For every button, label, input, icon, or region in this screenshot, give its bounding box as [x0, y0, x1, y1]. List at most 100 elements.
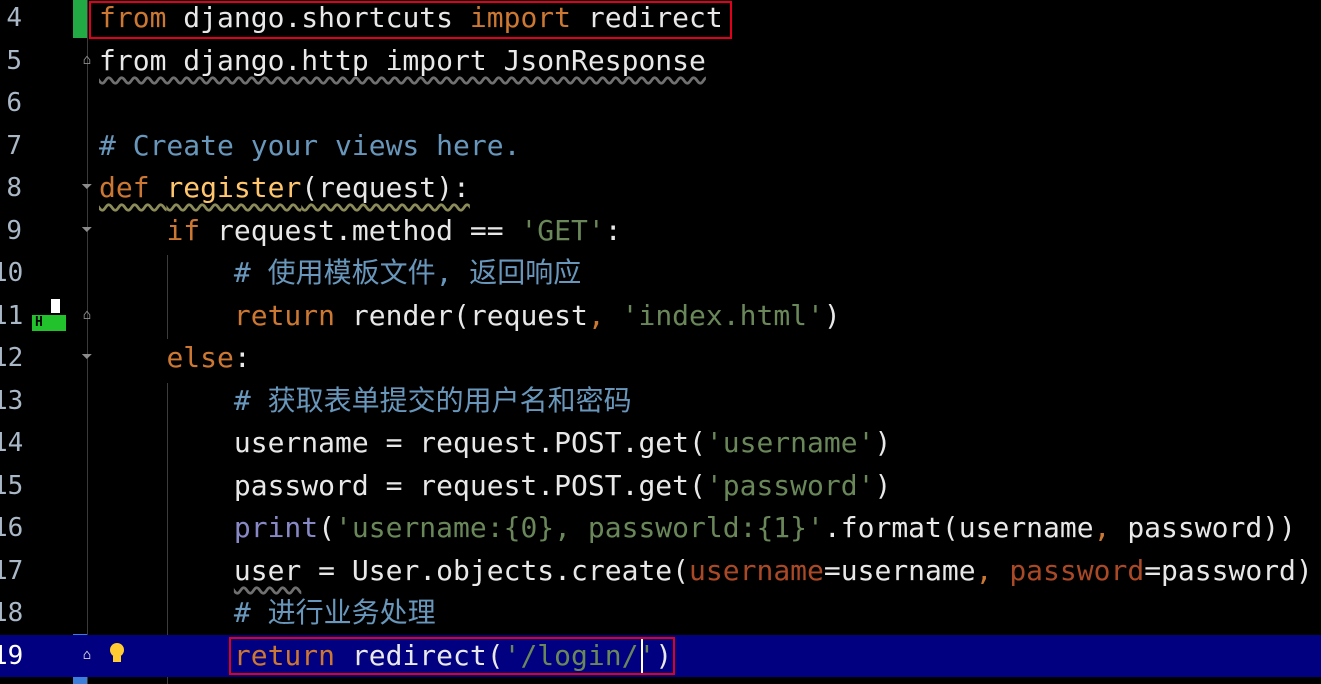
code-token: username	[689, 554, 824, 587]
code-line[interactable]: 9 if request.method == 'GET':	[0, 210, 1321, 252]
code-token: :	[233, 341, 251, 374]
lightbulb-icon[interactable]	[108, 643, 126, 667]
code-text[interactable]: username = request.POST.get('username')	[99, 422, 891, 464]
code-line[interactable]: 10 # 使用模板文件, 返回响应	[0, 252, 1321, 294]
fold-marker-icon[interactable]: ⏷	[78, 178, 96, 196]
line-number[interactable]: 15	[0, 465, 23, 507]
code-token: 'username'	[705, 426, 875, 459]
code-line[interactable]: 14 username = request.POST.get('username…	[0, 422, 1321, 464]
code-text[interactable]: if request.method == 'GET':	[99, 210, 621, 252]
code-token: 'username:{0}, passworld:{1}'	[335, 511, 824, 544]
fold-marker-icon[interactable]: ⏷	[78, 348, 96, 366]
code-line[interactable]: 17 user = User.objects.create(username=u…	[0, 550, 1321, 592]
history-badge: H	[32, 315, 66, 331]
line-number[interactable]: 4	[0, 0, 22, 39]
code-token: ,	[587, 299, 622, 332]
code-token: ,	[1093, 511, 1128, 544]
line-number[interactable]: 18	[0, 592, 23, 634]
fold-marker-icon[interactable]: ⌂	[78, 306, 96, 324]
code-token: 'password'	[705, 469, 875, 502]
code-token: return	[233, 299, 336, 332]
code-token: def	[99, 171, 167, 204]
code-token: render(request	[335, 299, 588, 332]
line-number[interactable]: 12	[0, 337, 23, 379]
code-token: else	[166, 341, 234, 374]
code-line[interactable]: 5 from django.http import JsonResponse	[0, 40, 1321, 82]
code-token: # 进行业务处理	[233, 596, 436, 629]
code-token: # 使用模板文件, 返回响应	[233, 256, 582, 289]
fold-marker-icon[interactable]: ⏷	[78, 221, 96, 239]
code-token: ,	[975, 554, 1010, 587]
line-number[interactable]: 14	[0, 422, 23, 464]
fold-marker-icon[interactable]: ⌂	[78, 646, 96, 664]
code-text[interactable]: # Create your views here.	[99, 125, 520, 167]
code-text[interactable]: return render(request, 'index.html')	[99, 295, 841, 337]
code-token: register	[166, 171, 302, 204]
line-number[interactable]: 17	[0, 550, 23, 592]
code-token: .format(username	[823, 511, 1094, 544]
code-token: from django.http import JsonResponse	[99, 44, 706, 77]
code-text[interactable]: from django.http import JsonResponse	[99, 40, 706, 82]
line-number[interactable]: 19	[0, 635, 23, 677]
code-line[interactable]: 6	[0, 82, 1321, 124]
code-token: =username	[823, 554, 976, 587]
code-token: 'GET'	[520, 214, 605, 247]
code-token: password	[1009, 554, 1145, 587]
code-editor[interactable]: 4 from django.shortcuts import redirect 5 f…	[0, 0, 1321, 684]
code-token: (request):	[301, 171, 470, 204]
code-token: # Create your views here.	[99, 129, 521, 162]
code-token: 'index.html'	[621, 299, 824, 332]
code-token: username = request.POST.get(	[99, 426, 706, 459]
document-icon	[40, 299, 60, 313]
code-token: )	[874, 426, 892, 459]
code-token: = User.objects.create(	[301, 554, 690, 587]
code-text[interactable]: def register(request):	[99, 167, 470, 209]
code-token: # 获取表单提交的用户名和密码	[233, 384, 632, 417]
code-token: =password)	[1144, 554, 1313, 587]
code-line[interactable]: 7 # Create your views here.	[0, 125, 1321, 167]
code-token: user	[233, 554, 302, 587]
line-number[interactable]: 16	[0, 507, 23, 549]
code-token: password = request.POST.get(	[99, 469, 706, 502]
code-line[interactable]: 12 else:	[0, 337, 1321, 379]
line-number[interactable]: 5	[0, 40, 22, 82]
code-line[interactable]: 8 def register(request):	[0, 167, 1321, 209]
highlight-box-return-line	[229, 637, 675, 675]
code-text[interactable]: # 获取表单提交的用户名和密码	[99, 380, 632, 422]
vcs-history-marker-icon[interactable]: H	[32, 299, 66, 331]
code-token: (	[318, 511, 336, 544]
code-token: print	[233, 511, 319, 544]
code-text[interactable]: # 使用模板文件, 返回响应	[99, 252, 581, 294]
line-number[interactable]: 6	[0, 82, 22, 124]
highlight-box-import-line	[89, 1, 732, 39]
code-token: )	[823, 299, 841, 332]
code-token: if	[166, 214, 201, 247]
code-line[interactable]: 15 password = request.POST.get('password…	[0, 465, 1321, 507]
line-number[interactable]: 13	[0, 380, 23, 422]
line-number[interactable]: 11	[0, 295, 23, 337]
line-number[interactable]: 7	[0, 125, 22, 167]
code-line[interactable]: 11 return render(request, 'index.html')	[0, 295, 1321, 337]
code-text[interactable]: user = User.objects.create(username=user…	[99, 550, 1313, 592]
line-number[interactable]: 8	[0, 167, 22, 209]
code-token: request.method ==	[200, 214, 521, 247]
code-text[interactable]: # 进行业务处理	[99, 592, 436, 634]
code-text[interactable]: password = request.POST.get('password')	[99, 465, 891, 507]
code-line[interactable]: 13 # 获取表单提交的用户名和密码	[0, 380, 1321, 422]
code-line[interactable]: 16 print('username:{0}, passworld:{1}'.f…	[0, 507, 1321, 549]
line-number[interactable]: 10	[0, 252, 23, 294]
fold-marker-icon[interactable]: ⌂	[78, 51, 96, 69]
line-number[interactable]: 9	[0, 210, 22, 252]
code-token: )	[874, 469, 892, 502]
code-text[interactable]: else:	[99, 337, 251, 379]
code-line[interactable]: 18 # 进行业务处理	[0, 592, 1321, 634]
code-text[interactable]: print('username:{0}, passworld:{1}'.form…	[99, 507, 1296, 549]
